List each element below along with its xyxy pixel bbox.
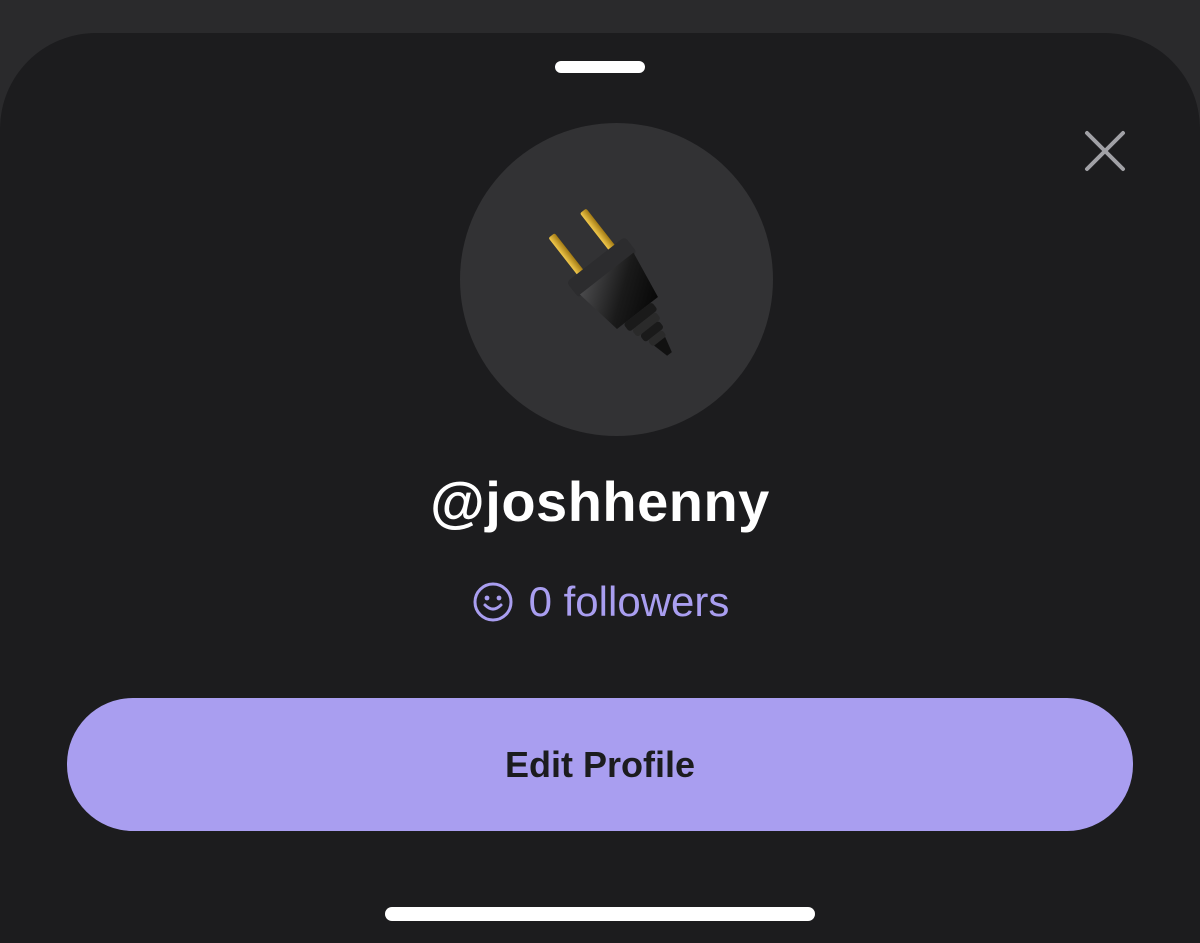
- sheet-grabber-handle[interactable]: [555, 61, 645, 73]
- followers-count: 0: [528, 578, 552, 625]
- avatar[interactable]: [460, 123, 773, 436]
- home-indicator: [385, 907, 815, 921]
- close-icon: [1085, 131, 1125, 171]
- smile-icon: [471, 580, 515, 624]
- electric-plug-icon: [549, 209, 672, 356]
- edit-profile-button[interactable]: Edit Profile: [67, 698, 1133, 831]
- close-button[interactable]: [1078, 124, 1132, 178]
- followers-link[interactable]: 0 followers: [0, 572, 1200, 632]
- username: @joshhenny: [430, 470, 770, 533]
- followers-spacer: [552, 572, 564, 632]
- followers-label: followers: [563, 578, 730, 625]
